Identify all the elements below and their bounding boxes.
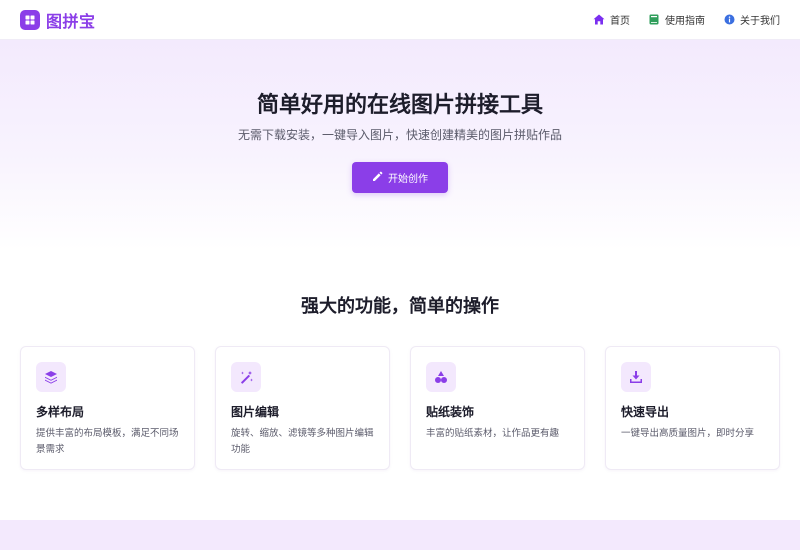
feature-card-edit: 图片编辑 旋转、缩放、滤镜等多种图片编辑功能 — [215, 346, 390, 470]
nav-item-about[interactable]: 关于我们 — [723, 12, 780, 27]
feature-card-layout: 多样布局 提供丰富的布局模板，满足不同场景需求 — [20, 346, 195, 470]
nav-label-guide: 使用指南 — [665, 16, 705, 27]
hero-section: 简单好用的在线图片拼接工具 无需下载安装，一键导入图片，快速创建精美的图片拼贴作… — [0, 40, 800, 250]
brand[interactable]: 图拼宝 — [20, 8, 96, 32]
nav-label-home: 首页 — [610, 16, 630, 27]
nav-item-guide[interactable]: 使用指南 — [648, 12, 705, 27]
brand-name: 图拼宝 — [46, 11, 96, 31]
top-navbar: 图拼宝 首页 使用指南 关于我们 — [0, 0, 800, 40]
nav-menu: 首页 使用指南 关于我们 — [593, 12, 780, 27]
hero-title: 简单好用的在线图片拼接工具 — [256, 93, 543, 118]
feature-desc: 一键导出高质量图片，即时分享 — [621, 428, 755, 439]
book-icon — [648, 14, 660, 26]
shapes-icon — [426, 362, 456, 392]
feature-title: 快速导出 — [621, 405, 670, 419]
start-creating-label: 开始创作 — [388, 174, 428, 185]
feature-desc: 提供丰富的布局模板，满足不同场景需求 — [36, 428, 179, 455]
nav-item-home[interactable]: 首页 — [593, 12, 630, 27]
feature-title: 图片编辑 — [231, 405, 280, 419]
feature-card-stickers: 贴纸装饰 丰富的贴纸素材，让作品更有趣 — [410, 346, 585, 470]
feature-title: 贴纸装饰 — [426, 405, 475, 419]
info-icon — [723, 14, 735, 26]
bottom-section-band — [0, 520, 800, 550]
home-icon — [593, 14, 605, 26]
grid-icon — [20, 9, 40, 30]
nav-label-about: 关于我们 — [740, 16, 780, 27]
start-creating-button[interactable]: 开始创作 — [352, 162, 448, 193]
layers-icon — [36, 362, 66, 392]
hero-subtitle: 无需下载安装，一键导入图片，快速创建精美的图片拼贴作品 — [237, 128, 562, 142]
download-icon — [621, 362, 651, 392]
feature-title: 多样布局 — [36, 405, 85, 419]
pencil-icon — [372, 171, 383, 185]
feature-card-export: 快速导出 一键导出高质量图片，即时分享 — [605, 346, 780, 470]
feature-desc: 丰富的贴纸素材，让作品更有趣 — [426, 428, 560, 439]
magic-wand-icon — [231, 362, 261, 392]
features-title: 强大的功能，简单的操作 — [301, 296, 499, 317]
feature-desc: 旋转、缩放、滤镜等多种图片编辑功能 — [231, 428, 374, 455]
